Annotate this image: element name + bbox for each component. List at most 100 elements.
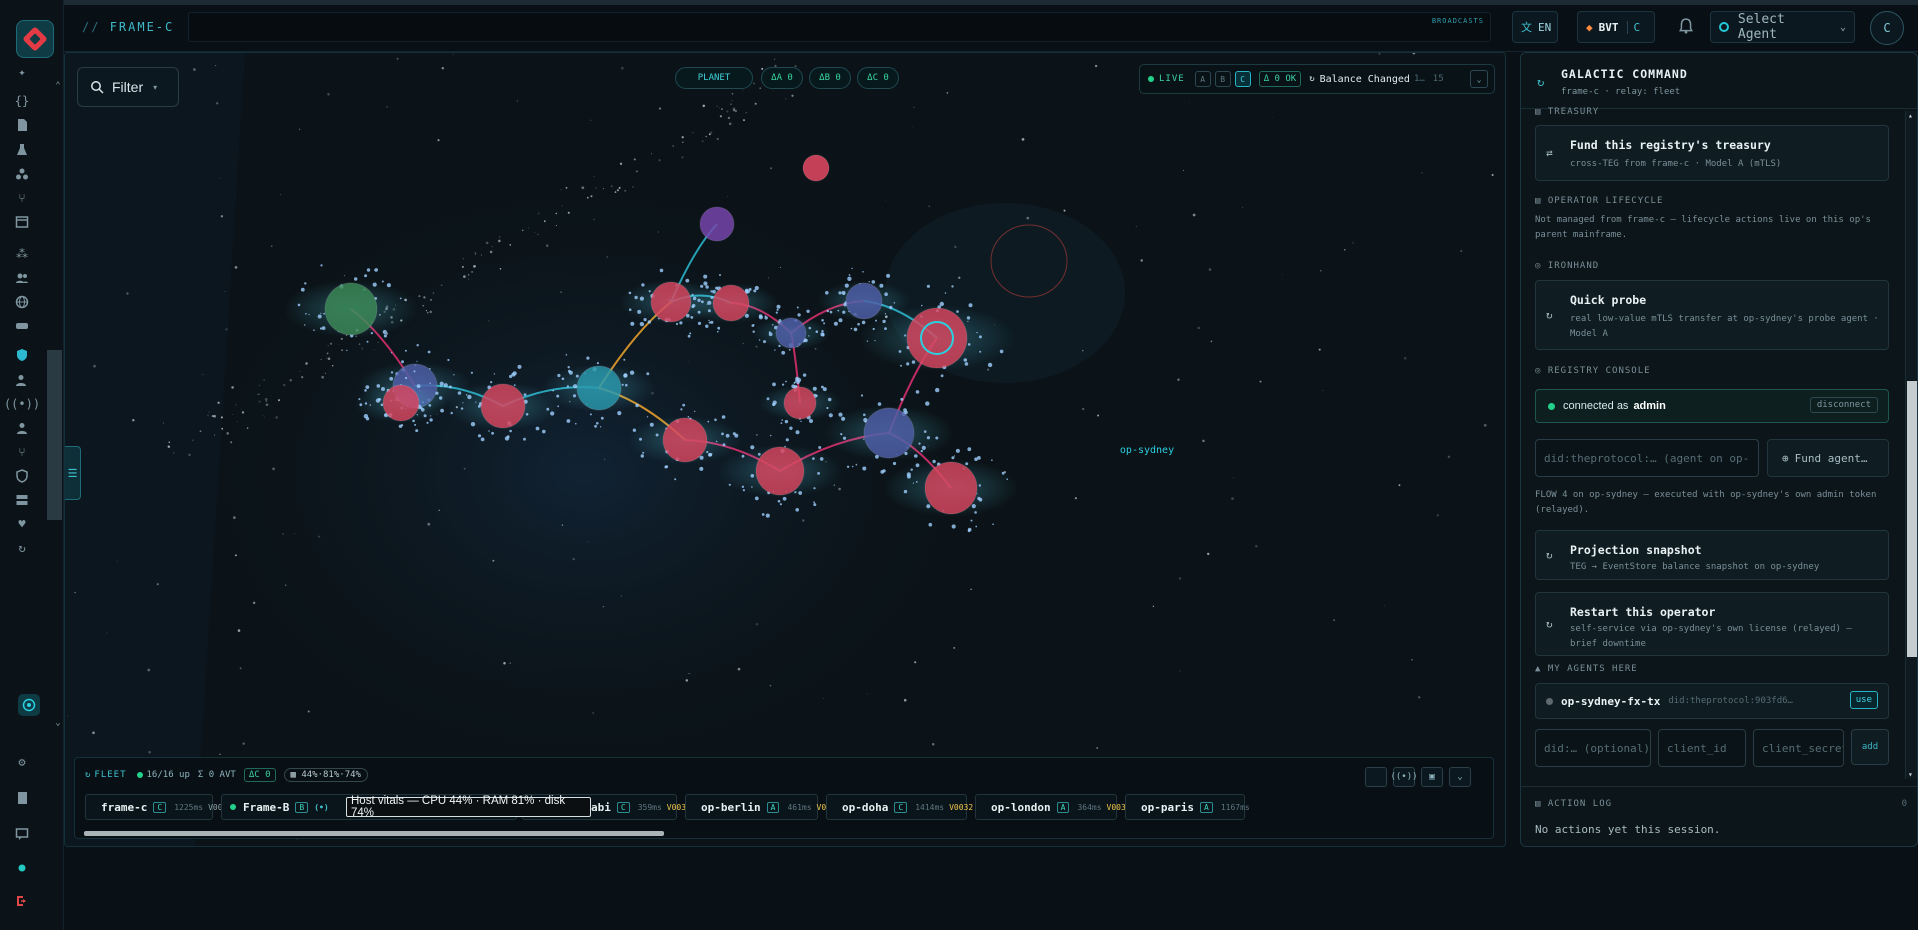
refresh-icon[interactable]: ↻	[14, 540, 30, 556]
panel-scrollbar-thumb[interactable]	[1907, 381, 1917, 657]
document-icon[interactable]	[14, 117, 30, 133]
scroll-up-icon[interactable]: ▴	[1908, 111, 1913, 120]
graph-node-r4[interactable]	[712, 284, 750, 322]
graph-node-r1[interactable]	[382, 384, 420, 422]
fund-agent-button[interactable]: ⊕ Fund agent…	[1767, 439, 1889, 477]
node-particle	[646, 372, 650, 376]
model-b-toggle[interactable]: B	[1214, 71, 1231, 87]
client-secret-input[interactable]: client_secret	[1753, 729, 1844, 767]
graph-node-p[interactable]	[699, 206, 735, 242]
restart-operator-card[interactable]: ↻ Restart this operator self-service via…	[1535, 592, 1889, 656]
broadcasts-label[interactable]: BROADCASTS	[1432, 17, 1484, 25]
fork-icon[interactable]: ⑂	[14, 444, 30, 460]
bell-icon[interactable]	[1678, 18, 1694, 38]
graph-node-g[interactable]	[324, 282, 378, 336]
shield-active-icon[interactable]	[14, 347, 30, 363]
fleet-vitals[interactable]: ▦ 44%·81%·74%	[283, 768, 368, 782]
graph-node-r2[interactable]	[480, 383, 526, 429]
avatar[interactable]: C	[1870, 11, 1904, 45]
scroll-down-icon[interactable]: ▾	[1908, 770, 1913, 779]
graph-node-c1[interactable]	[576, 365, 622, 411]
node-particle	[366, 268, 371, 272]
disconnect-button[interactable]: disconnect	[1809, 397, 1878, 413]
use-agent-button[interactable]: use	[1849, 691, 1878, 709]
graph-node-r9[interactable]	[906, 307, 968, 369]
chat-icon[interactable]	[14, 826, 30, 842]
fleet-operator-chip[interactable]: op-berlinA461msV0032(•)	[685, 794, 861, 820]
command-bar[interactable]: BROADCASTS	[188, 12, 1491, 42]
panel-scrollbar[interactable]: ▴ ▾	[1905, 111, 1917, 779]
delta-a-pill[interactable]: ΔA 0	[761, 67, 803, 89]
graph-node-r8[interactable]	[924, 461, 978, 515]
node-label-op-sydney[interactable]: op-sydney	[1120, 445, 1174, 456]
star	[560, 291, 562, 293]
fleet-collapse-icon[interactable]: ⌄	[1449, 767, 1471, 787]
star	[147, 668, 151, 672]
graph-node-r6[interactable]	[662, 417, 708, 463]
agent-row[interactable]: op-sydney-fx-tx did:theprotocol:903fd6… …	[1535, 683, 1889, 719]
rail-scrollbar[interactable]	[47, 350, 62, 520]
graph-node-b4[interactable]	[863, 407, 915, 459]
drawer-toggle-icon[interactable]: ☰	[65, 446, 81, 500]
did-input[interactable]: did:theprotocol:… (agent on op-	[1535, 439, 1759, 477]
filter-button[interactable]: Filter ▾	[77, 67, 179, 107]
agent-select[interactable]: Select Agent ⌄	[1710, 11, 1855, 43]
sparkle-icon[interactable]: ✦	[14, 64, 30, 80]
app-logo[interactable]	[16, 20, 54, 58]
globe-icon[interactable]	[14, 294, 30, 310]
server-icon[interactable]	[14, 492, 30, 508]
flask-icon[interactable]	[14, 142, 30, 158]
fleet-operator-chip[interactable]: frame-cC1225msV0059	[85, 794, 232, 820]
star	[437, 139, 440, 142]
user-add-icon[interactable]	[14, 372, 30, 388]
gear-icon[interactable]: ⚙	[14, 754, 30, 770]
galaxy-canvas[interactable]: op-sydney Filter ▾ PLANET ΔA 0 ΔB 0 ΔC 0 …	[64, 52, 1506, 847]
galaxy-graph[interactable]: op-sydney	[65, 53, 1506, 847]
vr-icon[interactable]	[14, 318, 30, 334]
graph-node-b3[interactable]	[845, 282, 883, 320]
planet-pill[interactable]: PLANET	[675, 67, 753, 89]
node-particle	[509, 429, 512, 433]
delta-c-pill[interactable]: ΔC 0	[857, 67, 899, 89]
quick-probe-card[interactable]: ↻ Quick probe real low-value mTLS transf…	[1535, 280, 1889, 350]
add-agent-button[interactable]: add	[1851, 729, 1889, 765]
graph-node-b2[interactable]	[775, 317, 807, 349]
model-a-toggle[interactable]: A	[1194, 71, 1211, 87]
fleet-scrollbar[interactable]	[80, 831, 1492, 836]
node-particle	[490, 381, 493, 384]
fleet-broadcast-icon[interactable]: ((•))	[1390, 767, 1418, 787]
cluster-icon[interactable]	[14, 166, 30, 182]
shield-icon[interactable]	[14, 468, 30, 484]
did-optional-input[interactable]: did:… (optional)	[1535, 729, 1651, 767]
fleet-camera-icon[interactable]: ▣	[1421, 767, 1443, 787]
target-active-icon[interactable]	[21, 697, 37, 713]
language-button[interactable]: 文 EN	[1512, 11, 1558, 43]
group-icon[interactable]: ⁂	[14, 246, 30, 262]
delta-b-pill[interactable]: ΔB 0	[809, 67, 851, 89]
fleet-operator-chip[interactable]: op-paris A 1167ms	[1125, 794, 1250, 820]
heartbeat-icon[interactable]: ♥	[14, 516, 30, 532]
window-icon[interactable]	[14, 214, 30, 230]
client-id-input[interactable]: client_id	[1658, 729, 1746, 767]
graph-node-r5[interactable]	[783, 386, 817, 420]
graph-node-rt[interactable]	[802, 154, 830, 182]
fleet-blank-button[interactable]	[1365, 767, 1387, 787]
live-expand-icon[interactable]: ⌄	[1470, 70, 1488, 88]
model-c-toggle[interactable]: C	[1234, 71, 1251, 87]
users-icon[interactable]	[14, 270, 30, 286]
bvt-button[interactable]: ◆ BVT C	[1577, 11, 1655, 43]
person-icon[interactable]	[14, 420, 30, 436]
graph-node-r7[interactable]	[755, 446, 805, 496]
notebook-icon[interactable]	[14, 790, 30, 806]
branch-icon[interactable]: ⑂	[14, 190, 30, 206]
fund-treasury-card[interactable]: ⇄ Fund this registry's treasury cross-TE…	[1535, 125, 1889, 181]
broadcast-icon[interactable]: ((•))	[4, 396, 40, 412]
braces-icon[interactable]: {}	[14, 93, 30, 109]
fleet-scrollbar-thumb[interactable]	[84, 831, 664, 836]
star	[681, 156, 684, 159]
node-particle	[977, 456, 981, 460]
fleet-operator-chip[interactable]: op-dohaC1414msV0032(•)	[826, 794, 994, 820]
projection-snapshot-card[interactable]: ↻ Projection snapshot TEG → EventStore b…	[1535, 530, 1889, 580]
fleet-operator-chip[interactable]: op-londonA364msV0032(•)	[975, 794, 1151, 820]
logout-icon[interactable]	[14, 893, 30, 909]
